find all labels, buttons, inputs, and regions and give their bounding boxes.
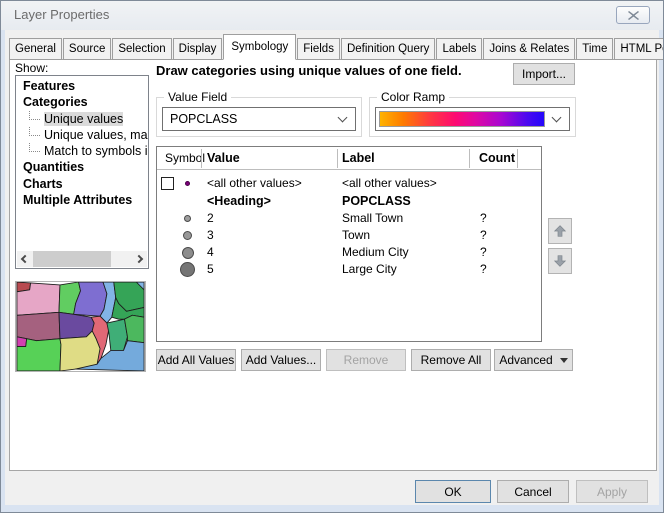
- scroll-left-icon[interactable]: [17, 251, 33, 267]
- panel-heading: Draw categories using unique values of o…: [156, 63, 506, 78]
- point-symbol[interactable]: [185, 181, 190, 186]
- tab-symbology[interactable]: Symbology: [223, 34, 296, 60]
- table-row[interactable]: 2 Small Town ?: [157, 210, 539, 227]
- cancel-button[interactable]: Cancel: [497, 480, 569, 503]
- show-tree: Features Categories Unique values Unique…: [15, 75, 149, 269]
- tab-time[interactable]: Time: [576, 38, 613, 60]
- tab-selection[interactable]: Selection: [112, 38, 171, 60]
- table-header: Symbol Value Label Count: [157, 147, 541, 170]
- value-field-selected: POPCLASS: [170, 108, 237, 130]
- tab-definition-query[interactable]: Definition Query: [341, 38, 435, 60]
- tree-horizontal-scrollbar[interactable]: [17, 251, 147, 267]
- dropdown-caret-icon: [560, 358, 568, 363]
- table-row[interactable]: <Heading> POPCLASS: [157, 193, 539, 210]
- advanced-button-label: Advanced: [499, 353, 552, 367]
- add-values-button[interactable]: Add Values...: [241, 349, 321, 371]
- tree-item-quantities[interactable]: Quantities: [16, 159, 148, 175]
- column-count[interactable]: Count: [479, 147, 515, 169]
- tab-display[interactable]: Display: [173, 38, 223, 60]
- scrollbar-thumb[interactable]: [33, 251, 111, 267]
- chevron-down-icon: [338, 113, 348, 123]
- scroll-right-icon[interactable]: [131, 251, 147, 267]
- tree-item-multiple-attributes[interactable]: Multiple Attributes: [16, 192, 148, 208]
- tab-joins-relates[interactable]: Joins & Relates: [483, 38, 575, 60]
- map-preview-image: [16, 282, 145, 371]
- arrow-up-icon: [552, 223, 568, 239]
- tab-labels[interactable]: Labels: [436, 38, 482, 60]
- tab-html-popup[interactable]: HTML Popup: [614, 38, 664, 60]
- color-ramp-dropdown[interactable]: [375, 107, 570, 131]
- color-ramp-swatch: [379, 111, 545, 127]
- tab-strip: General Source Selection Display Symbolo…: [9, 37, 664, 60]
- value-field-label: Value Field: [164, 90, 231, 104]
- table-row[interactable]: 4 Medium City ?: [157, 244, 539, 261]
- table-row[interactable]: 3 Town ?: [157, 227, 539, 244]
- close-button[interactable]: [616, 6, 650, 24]
- remove-button: Remove: [326, 349, 406, 371]
- close-icon: [628, 11, 639, 20]
- point-symbol[interactable]: [180, 262, 195, 277]
- tree-item-categories[interactable]: Categories: [16, 94, 148, 110]
- chevron-down-icon: [552, 113, 562, 123]
- column-value[interactable]: Value: [207, 147, 240, 169]
- move-up-button[interactable]: [548, 218, 572, 244]
- column-symbol[interactable]: Symbol: [165, 147, 205, 169]
- table-row[interactable]: <all other values> <all other values>: [157, 175, 539, 192]
- apply-button: Apply: [576, 480, 648, 503]
- color-ramp-label: Color Ramp: [377, 90, 449, 104]
- point-symbol[interactable]: [183, 231, 192, 240]
- arrow-down-icon: [552, 253, 568, 269]
- point-symbol[interactable]: [182, 247, 194, 259]
- point-symbol[interactable]: [184, 215, 191, 222]
- show-label: Show:: [15, 61, 48, 75]
- tree-item-charts[interactable]: Charts: [16, 176, 148, 192]
- layer-properties-dialog: Layer Properties General Source Selectio…: [0, 0, 664, 513]
- value-field-dropdown[interactable]: POPCLASS: [162, 107, 356, 131]
- move-down-button[interactable]: [548, 248, 572, 274]
- table-row[interactable]: 5 Large City ?: [157, 261, 539, 278]
- window-title: Layer Properties: [14, 1, 109, 29]
- column-label[interactable]: Label: [342, 147, 375, 169]
- unique-values-table: Symbol Value Label Count <all other valu…: [156, 146, 542, 342]
- import-button[interactable]: Import...: [513, 63, 575, 85]
- tab-source[interactable]: Source: [63, 38, 111, 60]
- tab-general[interactable]: General: [9, 38, 62, 60]
- tree-item-unique-values[interactable]: Unique values: [16, 111, 148, 127]
- title-bar[interactable]: Layer Properties: [1, 1, 663, 30]
- symbology-preview-map: [15, 281, 146, 372]
- all-other-values-checkbox[interactable]: [161, 177, 174, 190]
- tree-item-unique-values-many[interactable]: Unique values, many: [16, 127, 148, 143]
- remove-all-button[interactable]: Remove All: [411, 349, 491, 371]
- advanced-button[interactable]: Advanced: [494, 349, 573, 371]
- tab-fields[interactable]: Fields: [297, 38, 340, 60]
- tree-item-features[interactable]: Features: [16, 78, 148, 94]
- tree-item-match-symbols[interactable]: Match to symbols in a: [16, 143, 148, 159]
- add-all-values-button[interactable]: Add All Values: [156, 349, 236, 371]
- ok-button[interactable]: OK: [415, 480, 491, 503]
